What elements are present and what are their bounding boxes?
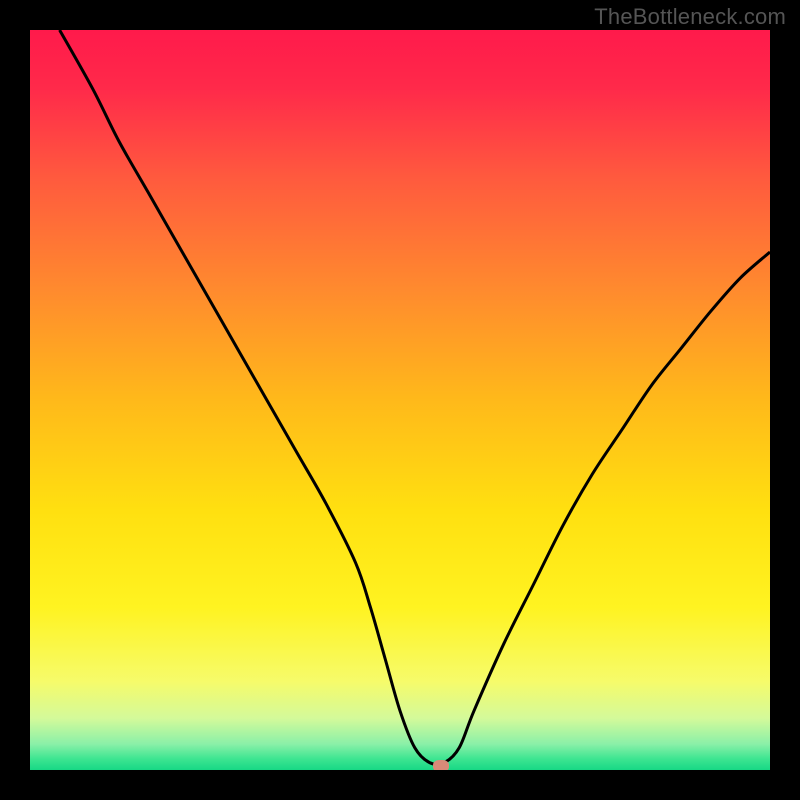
chart-frame: TheBottleneck.com: [0, 0, 800, 800]
watermark-text: TheBottleneck.com: [594, 4, 786, 30]
plot-area: [30, 30, 770, 770]
bottleneck-curve: [30, 30, 770, 770]
optimal-point-marker: [433, 760, 449, 770]
curve-path: [60, 30, 770, 764]
